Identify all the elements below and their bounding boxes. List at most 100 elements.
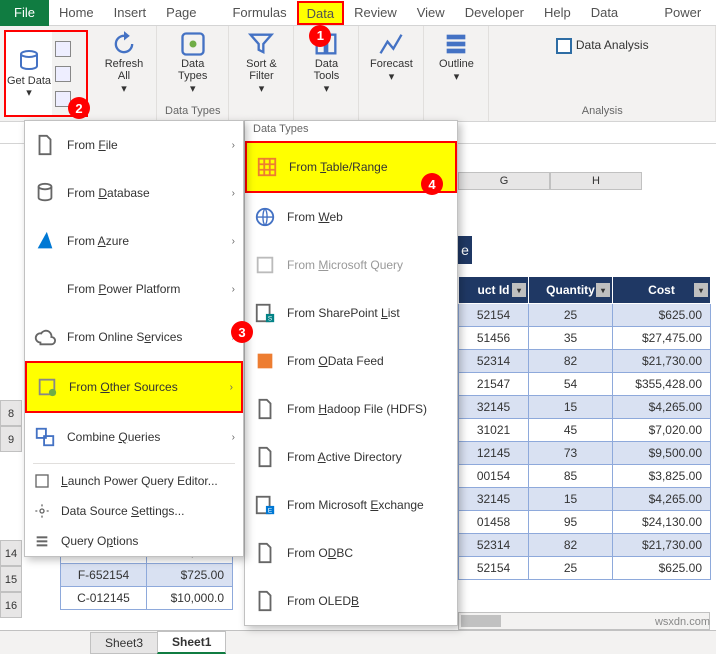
table-row[interactable]: 5215425$625.00 <box>459 304 711 327</box>
table-row[interactable]: 0145895$24,130.00 <box>459 511 711 534</box>
data-analysis-button[interactable]: Data Analysis <box>546 30 659 62</box>
menu-from-other-sources[interactable]: From Other Sources › <box>25 361 243 413</box>
submenu-group-label: Data Types <box>245 121 457 141</box>
svg-text:E: E <box>268 507 272 514</box>
menu-label: Query Options <box>61 534 138 548</box>
col-header-h[interactable]: H <box>550 172 642 190</box>
table-row[interactable]: 0015485$3,825.00 <box>459 465 711 488</box>
tab-home[interactable]: Home <box>49 0 104 26</box>
refresh-icon <box>110 30 138 58</box>
menu-label: From OData Feed <box>287 354 384 368</box>
scrollbar-thumb[interactable] <box>461 615 501 627</box>
col-header-g[interactable]: G <box>458 172 550 190</box>
get-data-button[interactable]: Get Data ▾ <box>6 32 52 115</box>
row-header[interactable]: 8 <box>0 400 22 426</box>
data-types-icon <box>179 30 207 58</box>
ad-icon <box>253 445 277 469</box>
menu-from-oledb[interactable]: From OLEDB <box>245 577 457 625</box>
from-web-icon[interactable] <box>55 66 71 82</box>
tab-help[interactable]: Help <box>534 0 581 26</box>
table-row[interactable]: 1214573$9,500.00 <box>459 442 711 465</box>
tab-review[interactable]: Review <box>344 0 407 26</box>
menu-label: From Microsoft Exchange <box>287 498 424 512</box>
menu-from-power-platform[interactable]: From Power Platform › <box>25 265 243 313</box>
menu-query-options[interactable]: Query Options <box>25 526 243 556</box>
row-header[interactable]: 16 <box>0 592 22 618</box>
menu-launch-pq-editor[interactable]: Launch Power Query Editor... <box>25 466 243 496</box>
forecast-button[interactable]: Forecast▾ <box>367 30 415 83</box>
menu-from-online-services[interactable]: From Online Services › 3 <box>25 313 243 361</box>
menu-from-active-directory[interactable]: From Active Directory <box>245 433 457 481</box>
header-quantity[interactable]: Quantity▾ <box>529 277 613 304</box>
web-icon <box>253 205 277 229</box>
menu-from-odbc[interactable]: From ODBC <box>245 529 457 577</box>
table-row[interactable]: 3102145$7,020.00 <box>459 419 711 442</box>
row-header[interactable]: 15 <box>0 566 22 592</box>
menu-label: From OLEDB <box>287 594 359 608</box>
sheet-tab-sheet1[interactable]: Sheet1 <box>157 631 226 654</box>
menu-label: From SharePoint List <box>287 306 400 320</box>
queries-group: Refresh All▾ <box>92 26 157 121</box>
tab-view[interactable]: View <box>407 0 455 26</box>
table-row[interactable]: 2154754$355,428.00 <box>459 373 711 396</box>
menu-from-azure[interactable]: From Azure › <box>25 217 243 265</box>
sort-filter-button[interactable]: Sort & Filter▾ <box>237 30 285 95</box>
tab-developer[interactable]: Developer <box>455 0 534 26</box>
menu-data-source-settings[interactable]: Data Source Settings... <box>25 496 243 526</box>
tab-formulas[interactable]: Formulas <box>222 0 296 26</box>
outline-label: Outline <box>439 58 474 70</box>
tab-data-streamer[interactable]: Data Streamer <box>581 0 655 26</box>
table-row[interactable]: 5231482$21,730.00 <box>459 534 711 557</box>
data-types-button[interactable]: Data Types▾ <box>169 30 217 95</box>
header-cost[interactable]: Cost▾ <box>613 277 711 304</box>
table-row[interactable]: 5231482$21,730.00 <box>459 350 711 373</box>
outline-button[interactable]: Outline▾ <box>432 30 480 83</box>
row-header[interactable]: 14 <box>0 540 22 566</box>
data-analysis-label: Data Analysis <box>576 38 649 52</box>
table-row[interactable]: 3214515$4,265.00 <box>459 488 711 511</box>
menu-from-exchange[interactable]: E From Microsoft Exchange <box>245 481 457 529</box>
menu-from-odata[interactable]: From OData Feed <box>245 337 457 385</box>
menu-from-web[interactable]: From Web <box>245 193 457 241</box>
table-row[interactable]: 5145635$27,475.00 <box>459 327 711 350</box>
menu-from-ms-query: From Microsoft Query <box>245 241 457 289</box>
menu-from-file[interactable]: From File › <box>25 121 243 169</box>
menu-label: From ODBC <box>287 546 353 560</box>
filter-icon[interactable]: ▾ <box>596 283 610 297</box>
oledb-icon <box>253 589 277 613</box>
sort-filter-group: Sort & Filter▾ <box>229 26 294 121</box>
menu-from-database[interactable]: From Database › <box>25 169 243 217</box>
menu-combine-queries[interactable]: Combine Queries › <box>25 413 243 461</box>
svg-text:S: S <box>268 315 272 322</box>
filter-icon[interactable]: ▾ <box>694 283 708 297</box>
table-row[interactable]: C-012145$10,000.0 <box>61 587 233 610</box>
ribbon-tabs: File Home Insert Page Layout Formulas Da… <box>0 0 716 26</box>
badge-1: 1 <box>309 25 331 47</box>
watermark: wsxdn.com <box>655 616 710 628</box>
tab-insert[interactable]: Insert <box>104 0 157 26</box>
table-row[interactable]: F-652154$725.00 <box>61 564 233 587</box>
from-text-csv-icon[interactable] <box>55 41 71 57</box>
combine-icon <box>33 425 57 449</box>
tab-file[interactable]: File <box>0 0 49 26</box>
tab-page-layout[interactable]: Page Layout <box>156 0 222 26</box>
menu-from-sharepoint[interactable]: S From SharePoint List <box>245 289 457 337</box>
forecast-label: Forecast <box>370 58 413 70</box>
menu-from-hadoop[interactable]: From Hadoop File (HDFS) <box>245 385 457 433</box>
row-header[interactable]: 9 <box>0 426 22 452</box>
get-data-menu: From File › From Database › From Azure ›… <box>24 120 244 557</box>
options-icon <box>33 532 51 550</box>
chevron-right-icon: › <box>232 284 235 295</box>
tab-data[interactable]: Data 1 <box>297 1 344 25</box>
table-row[interactable]: 3214515$4,265.00 <box>459 396 711 419</box>
table-row[interactable]: 5215425$625.00 <box>459 557 711 580</box>
sharepoint-icon: S <box>253 301 277 325</box>
filter-icon[interactable]: ▾ <box>512 283 526 297</box>
table-icon <box>255 155 279 179</box>
header-product-id[interactable]: uct Id▾ <box>459 277 529 304</box>
menu-label: From Online Services <box>67 330 182 344</box>
data-analysis-icon <box>556 38 572 54</box>
sheet-tab-sheet3[interactable]: Sheet3 <box>90 632 158 654</box>
tab-power-pivot[interactable]: Power Pivo <box>654 0 716 26</box>
refresh-all-button[interactable]: Refresh All▾ <box>100 30 148 95</box>
